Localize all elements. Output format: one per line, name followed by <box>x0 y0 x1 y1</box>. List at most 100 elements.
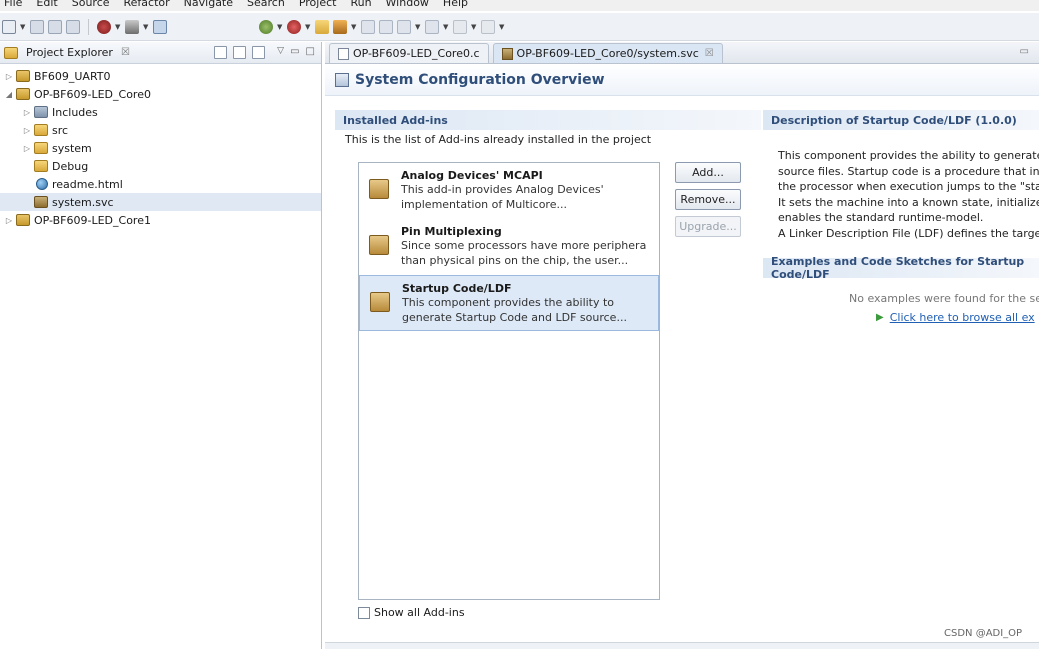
tree-item-system[interactable]: ▷ system <box>0 139 321 157</box>
build-dropdown-icon[interactable]: ▼ <box>143 23 149 31</box>
addin-package-icon <box>369 179 389 199</box>
tree-item-system-svc[interactable]: system.svc <box>0 193 321 211</box>
tab-system-svc[interactable]: OP-BF609-LED_Core0/system.svc ☒ <box>492 43 723 63</box>
expand-icon[interactable]: ▷ <box>4 216 14 225</box>
tab-label: OP-BF609-LED_Core0.c <box>353 47 480 60</box>
forward-icon[interactable] <box>481 19 495 34</box>
maximize-icon[interactable]: □ <box>306 46 315 59</box>
examples-heading[interactable]: Examples and Code Sketches for Startup C… <box>763 255 1039 281</box>
new-icon[interactable] <box>2 19 16 34</box>
overview-icon <box>335 72 349 87</box>
menu-source[interactable]: Source <box>72 0 110 11</box>
installed-addins-heading[interactable]: Installed Add-ins <box>335 110 761 130</box>
show-all-label: Show all Add-ins <box>374 606 465 619</box>
tab-label: OP-BF609-LED_Core0/system.svc <box>516 47 699 60</box>
description-text: This component provides the ability to g… <box>763 130 1039 242</box>
filter-icon[interactable] <box>252 46 266 59</box>
edit-dropdown-icon[interactable]: ▼ <box>351 23 357 31</box>
menu-help[interactable]: Help <box>443 0 468 11</box>
next-annotation-icon[interactable] <box>397 19 411 34</box>
tree-item-readme[interactable]: readme.html <box>0 175 321 193</box>
list-icon[interactable] <box>361 19 375 34</box>
tree-item-includes[interactable]: ▷ Includes <box>0 103 321 121</box>
close-icon[interactable]: ☒ <box>705 48 714 59</box>
expand-icon[interactable]: ▷ <box>4 72 14 81</box>
target-dropdown-icon[interactable]: ▼ <box>115 23 121 31</box>
next-dropdown-icon[interactable]: ▼ <box>415 23 421 31</box>
back-dropdown-icon[interactable]: ▼ <box>471 23 477 31</box>
menu-search[interactable]: Search <box>247 0 285 11</box>
tree-item-core1[interactable]: ▷ OP-BF609-LED_Core1 <box>0 211 321 229</box>
library-icon[interactable] <box>153 19 167 34</box>
project-explorer-header: Project Explorer ☒ ▽ ▭ □ <box>0 42 321 64</box>
tree-item-core0[interactable]: ◢ OP-BF609-LED_Core0 <box>0 85 321 103</box>
addin-description: generate Startup Code and LDF source... <box>402 311 627 324</box>
addin-description: This add-in provides Analog Devices' <box>401 183 604 196</box>
description-line: This component provides the ability to g… <box>778 149 1039 162</box>
minimize-icon[interactable]: ▭ <box>1020 46 1029 57</box>
description-heading[interactable]: Description of Startup Code/LDF (1.0.0) <box>763 110 1039 130</box>
build-icon[interactable] <box>125 19 139 34</box>
project-explorer-panel: Project Explorer ☒ ▽ ▭ □ ▷ BF609_UART0 ◢… <box>0 42 322 649</box>
gear-dropdown-icon[interactable]: ▼ <box>277 23 283 31</box>
addin-description: than physical pins on the chip, the user… <box>401 254 629 267</box>
remove-button[interactable]: Remove... <box>675 189 741 210</box>
collapse-icon[interactable]: ◢ <box>4 90 14 99</box>
horizontal-scrollbar[interactable] <box>325 642 1039 649</box>
expand-icon[interactable]: ▷ <box>22 108 32 117</box>
forward-dropdown-icon[interactable]: ▼ <box>499 23 505 31</box>
menu-run[interactable]: Run <box>350 0 371 11</box>
print-icon[interactable] <box>66 19 80 34</box>
browse-examples[interactable]: ▶ Click here to browse all ex <box>763 311 1039 324</box>
menu-window[interactable]: Window <box>386 0 429 11</box>
tree-item-src[interactable]: ▷ src <box>0 121 321 139</box>
menu-navigate[interactable]: Navigate <box>184 0 233 11</box>
project-explorer-title[interactable]: Project Explorer <box>26 46 113 59</box>
gear-icon[interactable] <box>259 19 273 34</box>
link-with-editor-icon[interactable] <box>233 46 247 59</box>
debug-icon[interactable] <box>287 19 301 34</box>
add-button[interactable]: Add... <box>675 162 741 183</box>
debug-dropdown-icon[interactable]: ▼ <box>305 23 311 31</box>
tab-core0-c[interactable]: OP-BF609-LED_Core0.c <box>329 43 489 63</box>
play-arrow-icon: ▶ <box>876 311 884 323</box>
upgrade-button[interactable]: Upgrade... <box>675 216 741 237</box>
list2-icon[interactable] <box>379 19 393 34</box>
menu-project[interactable]: Project <box>299 0 337 11</box>
addin-item-mcapi[interactable]: Analog Devices' MCAPI This add-in provid… <box>359 163 659 219</box>
folder-icon <box>34 160 48 172</box>
description-line: It sets the machine into a known state, … <box>778 195 1039 209</box>
target-icon[interactable] <box>97 19 111 34</box>
collapse-all-icon[interactable] <box>214 46 228 59</box>
svc-file-icon <box>501 47 513 60</box>
open-folder-icon[interactable] <box>315 19 329 34</box>
prev-annotation-icon[interactable] <box>425 19 439 34</box>
expand-icon[interactable]: ▷ <box>22 126 32 135</box>
new-dropdown-icon[interactable]: ▼ <box>20 23 26 31</box>
watermark: CSDN @ADI_OP <box>942 628 1025 639</box>
save-all-icon[interactable] <box>48 19 62 34</box>
menu-edit[interactable]: Edit <box>36 0 57 11</box>
browse-examples-link[interactable]: Click here to browse all ex <box>890 311 1035 324</box>
no-examples-text: No examples were found for the sel <box>849 291 1039 305</box>
show-all-checkbox[interactable] <box>358 606 370 619</box>
prev-dropdown-icon[interactable]: ▼ <box>443 23 449 31</box>
edit-icon[interactable] <box>333 19 347 34</box>
close-icon[interactable]: ☒ <box>121 47 130 58</box>
tree-item-debug[interactable]: Debug <box>0 157 321 175</box>
show-all-addins[interactable]: Show all Add-ins <box>358 606 465 619</box>
tree-item-bf609-uart0[interactable]: ▷ BF609_UART0 <box>0 67 321 85</box>
addin-item-pin-multiplexing[interactable]: Pin Multiplexing Since some processors h… <box>359 219 659 275</box>
minimize-icon[interactable]: ▭ <box>290 46 299 59</box>
expand-icon[interactable]: ▷ <box>22 144 32 153</box>
back-icon[interactable] <box>453 19 467 34</box>
menu-file[interactable]: File <box>4 0 22 11</box>
menu-refactor[interactable]: Refactor <box>124 0 170 11</box>
addin-description: Since some processors have more peripher… <box>401 239 647 252</box>
addin-item-startup-code[interactable]: Startup Code/LDF This component provides… <box>359 275 659 331</box>
tree-item-label: Includes <box>52 105 98 119</box>
view-menu-icon[interactable]: ▽ <box>277 46 284 59</box>
save-icon[interactable] <box>30 19 44 34</box>
installed-addins-description: This is the list of Add-ins already inst… <box>345 133 652 146</box>
addin-list[interactable]: Analog Devices' MCAPI This add-in provid… <box>358 162 660 600</box>
